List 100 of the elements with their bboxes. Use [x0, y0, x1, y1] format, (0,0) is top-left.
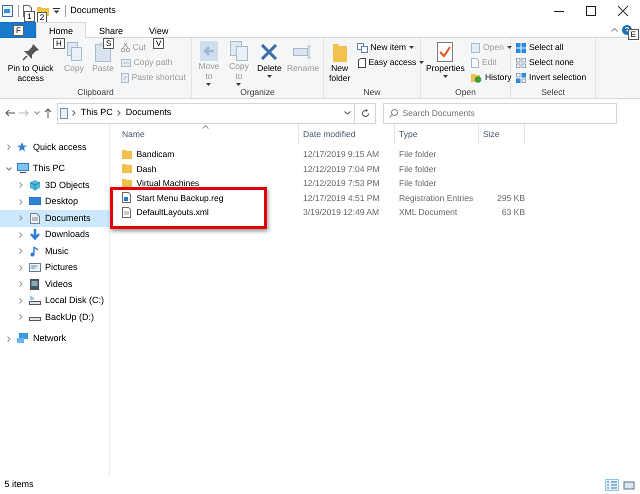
file-row[interactable]: Bandicam 12/17/2019 9:15 AM File folder: [118, 147, 640, 162]
ribbon-tab[interactable]: Share: [86, 22, 136, 38]
table-cell-text: Start Menu Backup.reg: [136, 192, 224, 205]
download-icon: [29, 229, 41, 240]
sidebar-item[interactable]: This PC: [0, 160, 110, 177]
chevron-down-icon[interactable]: [344, 111, 352, 115]
group-label: Clipboard: [76, 86, 115, 98]
file-row[interactable]: Dash 12/12/2019 7:04 PM File folder: [118, 162, 640, 176]
chevron-right-icon[interactable]: [19, 264, 23, 271]
network-icon: [17, 333, 29, 344]
maximize-icon[interactable]: [586, 6, 596, 16]
ribbon-button[interactable]: Select none: [514, 55, 588, 70]
folder-icon: [122, 148, 132, 160]
cube-icon: [29, 180, 41, 191]
file-row[interactable]: Virtual Machines 12/12/2019 7:53 PM File folder: [118, 176, 640, 190]
monitor-icon: [17, 163, 29, 174]
delete-icon: [261, 44, 278, 60]
chevron-right-icon[interactable]: [19, 198, 23, 205]
dropdown-icon[interactable]: [53, 8, 60, 14]
large-icons-view-icon: [622, 480, 634, 490]
easy-access-icon: [356, 58, 366, 68]
file-row[interactable]: DefaultLayouts.xml 3/19/2019 12:49 AM XML Document 63 KB: [118, 205, 640, 220]
sidebar-item[interactable]: Desktop: [0, 194, 110, 210]
column-header[interactable]: Type: [395, 124, 479, 144]
select-all-icon: [516, 42, 526, 52]
caret-icon: [206, 83, 212, 86]
file-row[interactable]: Start Menu Backup.reg 12/17/2019 4:51 PM Registration Entries 295 KB: [118, 190, 640, 205]
column-header[interactable]: Size: [479, 124, 525, 144]
sidebar-item[interactable]: Documents: [0, 210, 110, 226]
chevron-down-icon[interactable]: [34, 111, 40, 115]
ribbon-button[interactable]: Delete: [255, 40, 284, 86]
app-icon[interactable]: [2, 5, 14, 17]
up-arrow-icon[interactable]: [44, 108, 52, 118]
folder-icon: [122, 178, 132, 189]
sidebar-item[interactable]: 3D Objects: [0, 177, 110, 194]
chevron-right-icon[interactable]: [19, 182, 23, 188]
search-field[interactable]: Search Documents: [382, 102, 616, 124]
table-cell-text: Registration Entries: [398, 192, 474, 205]
caret-icon: [236, 83, 242, 86]
file-tab[interactable]: F: [0, 22, 36, 38]
breadcrumb[interactable]: Documents: [126, 106, 172, 120]
properties-icon: [437, 42, 454, 62]
forward-icon[interactable]: [19, 109, 29, 117]
keytip: S: [103, 38, 114, 48]
ribbon-button[interactable]: Invert selection: [514, 70, 588, 85]
pc-icon: [60, 108, 68, 118]
ribbon-button[interactable]: Easy access: [354, 55, 426, 70]
chevron-right-icon[interactable]: [7, 336, 11, 342]
search-icon: [388, 108, 398, 118]
chevron-down-icon[interactable]: [6, 166, 12, 171]
copy-icon: [64, 42, 83, 62]
scissors-icon: [120, 43, 130, 52]
view-button[interactable]: [622, 479, 636, 491]
chevron-right-icon[interactable]: [19, 215, 23, 222]
video-icon: [29, 278, 41, 290]
ribbon-tab[interactable]: Home: [36, 22, 86, 38]
group-label: Open: [454, 86, 477, 98]
chevron-right-icon[interactable]: [7, 144, 11, 150]
star-icon: [17, 142, 29, 153]
keytip: F: [13, 25, 24, 36]
ribbon-button[interactable]: New item: [354, 40, 426, 55]
sidebar-item[interactable]: BackUp (D:): [0, 309, 110, 326]
column-header[interactable]: Date modified: [299, 124, 395, 144]
desktop-icon: [29, 196, 41, 208]
details-view-icon: [606, 480, 618, 490]
ribbon-tab[interactable]: View: [136, 22, 182, 38]
keytip: V: [153, 38, 164, 48]
view-button[interactable]: [605, 479, 620, 491]
sidebar-item[interactable]: Downloads: [0, 226, 110, 243]
sidebar-item[interactable]: Pictures: [0, 260, 110, 276]
chevron-right-icon[interactable]: [19, 298, 23, 304]
registry-file-icon: [122, 192, 132, 204]
new-item-icon: [356, 42, 368, 52]
collapse-icon[interactable]: [610, 28, 618, 32]
chevron-right-icon[interactable]: [19, 248, 23, 254]
sidebar-item[interactable]: Local Disk (C:): [0, 292, 110, 309]
refresh-button[interactable]: [354, 102, 376, 124]
table-cell-text: 3/19/2019 12:49 AM: [302, 206, 380, 219]
caret-icon: [442, 75, 448, 78]
sidebar-item[interactable]: Quick access: [0, 139, 110, 156]
close-icon[interactable]: [618, 6, 628, 16]
document-icon: [29, 212, 41, 224]
ribbon-button[interactable]: History: [469, 70, 514, 85]
sidebar-item[interactable]: Network: [0, 330, 110, 347]
chevron-right-icon[interactable]: [19, 281, 23, 288]
sidebar-item[interactable]: Music: [0, 243, 110, 260]
disk-drive-icon: [29, 295, 41, 306]
sidebar-item[interactable]: Videos: [0, 276, 110, 292]
ribbon-button[interactable]: Select all: [514, 40, 588, 55]
ribbon-button[interactable]: Properties: [424, 40, 467, 86]
back-icon[interactable]: [4, 109, 14, 117]
table-cell-text: 63 KB: [500, 206, 525, 219]
breadcrumb[interactable]: This PC: [80, 106, 113, 120]
ribbon-button[interactable]: New folder: [327, 40, 352, 86]
table-cell-text: Bandicam: [136, 148, 174, 161]
picture-icon: [29, 262, 41, 274]
chevron-right-icon[interactable]: [19, 314, 23, 320]
column-header[interactable]: Name: [118, 124, 299, 144]
chevron-right-icon[interactable]: [19, 232, 23, 238]
table-cell-text: DefaultLayouts.xml: [136, 206, 209, 219]
